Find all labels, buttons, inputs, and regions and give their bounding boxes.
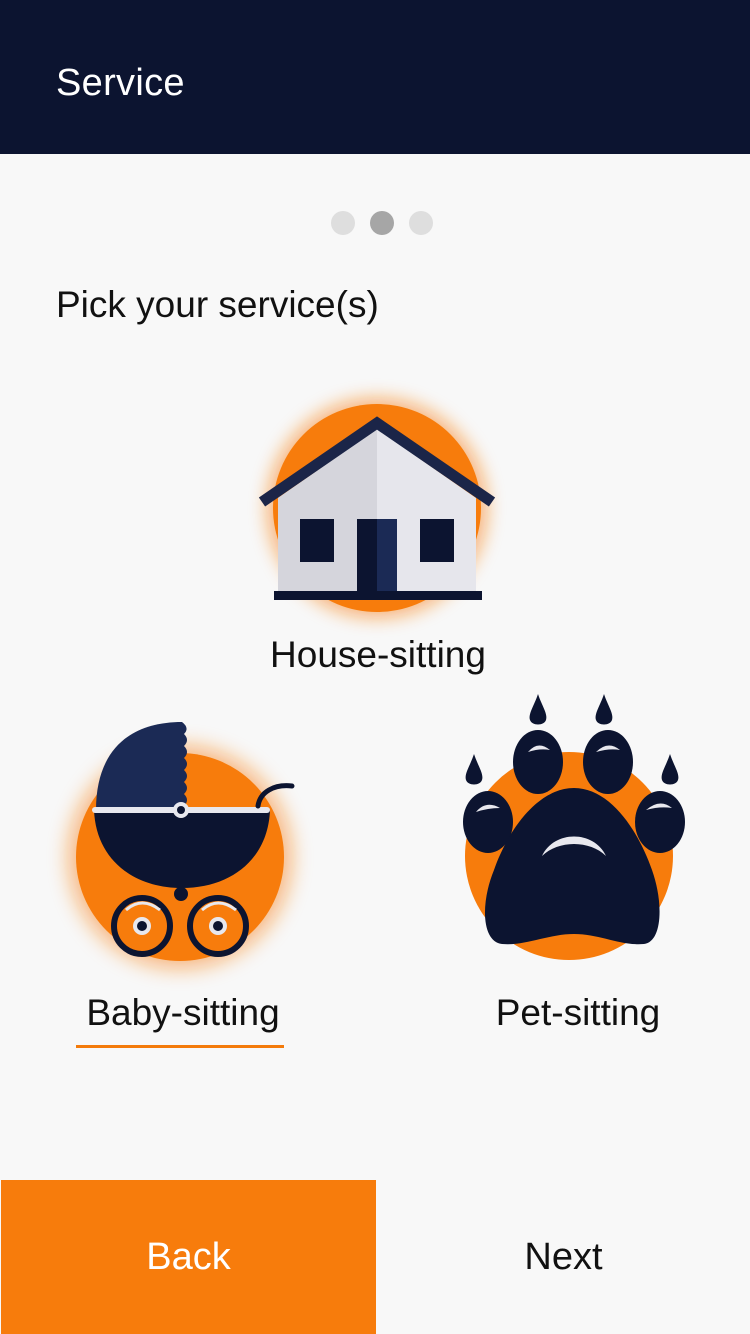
service-option-baby-sitting[interactable]: Baby-sitting xyxy=(60,710,310,1050)
service-prompt: Pick your service(s) xyxy=(56,284,379,325)
next-button[interactable]: Next xyxy=(376,1180,750,1334)
back-button[interactable]: Back xyxy=(1,1180,376,1334)
paw-icon xyxy=(463,694,685,960)
house-sitting-label: House-sitting xyxy=(270,634,486,675)
app-header: Service xyxy=(0,0,750,154)
stroller-icon xyxy=(68,722,295,969)
selected-underline xyxy=(76,1045,284,1048)
step-dot-3 xyxy=(409,211,433,235)
service-option-pet-sitting[interactable]: Pet-sitting xyxy=(450,690,700,1050)
baby-sitting-label: Baby-sitting xyxy=(86,992,280,1033)
pet-sitting-label: Pet-sitting xyxy=(495,992,661,1033)
page-title: Service xyxy=(56,62,185,104)
step-dot-1 xyxy=(331,211,355,235)
step-indicator xyxy=(331,211,433,235)
service-option-house-sitting[interactable]: House-sitting xyxy=(240,390,520,680)
step-dot-2-active xyxy=(370,211,394,235)
house-icon xyxy=(258,398,496,618)
